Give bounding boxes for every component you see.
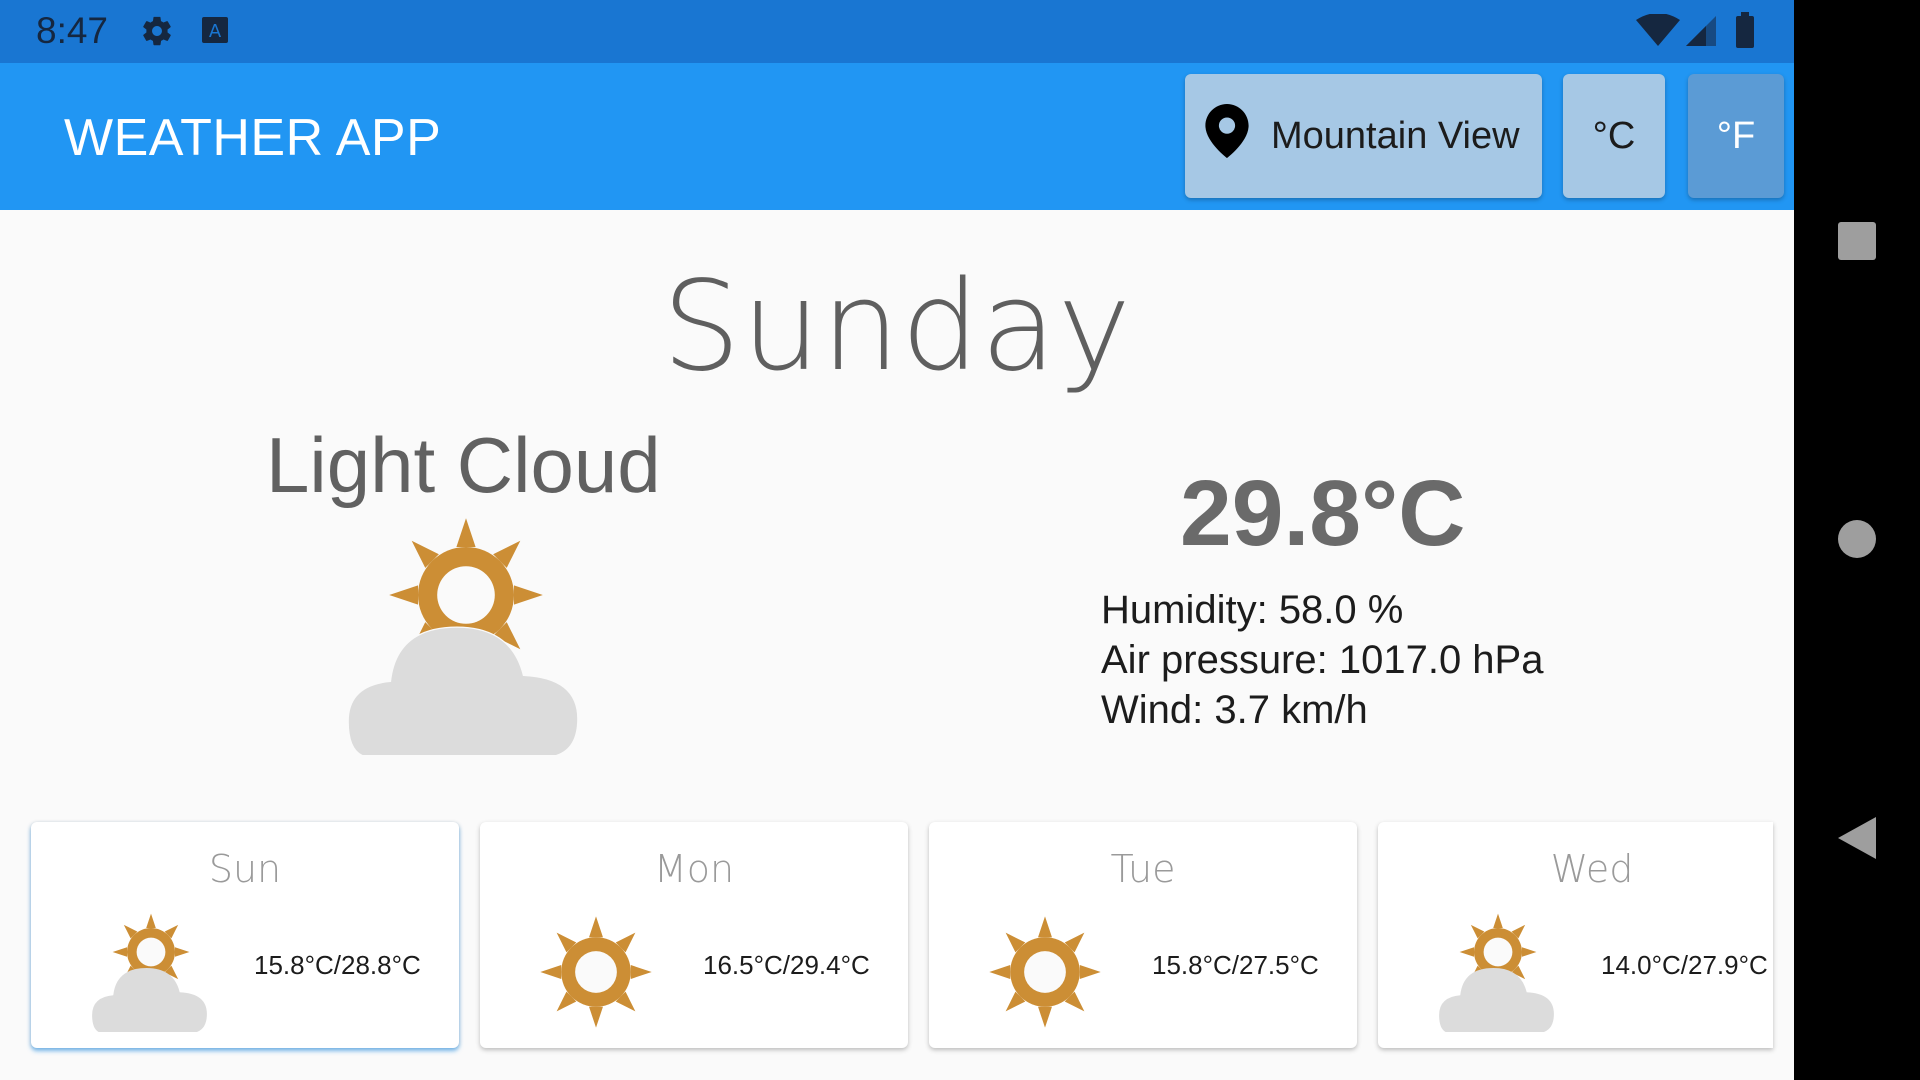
location-button[interactable]: Mountain View	[1185, 74, 1542, 198]
wind-text: Wind: 3.7 km/h	[1101, 688, 1368, 732]
forecast-temp-range: 15.8°C/27.5°C	[1152, 950, 1319, 980]
weather-details: Humidity: 58.0 % Air pressure: 1017.0 hP…	[1101, 585, 1543, 735]
weather-condition: Light Cloud	[266, 421, 661, 509]
settings-icon	[140, 14, 174, 53]
navigation-bar	[1794, 0, 1920, 1080]
wifi-icon	[1636, 13, 1680, 51]
app-title: WEATHER APP	[64, 109, 442, 167]
app-bar: WEATHER APP Mountain View °C °F	[0, 63, 1794, 210]
fahrenheit-label: °F	[1716, 114, 1756, 157]
clear-sun-icon	[987, 914, 1103, 1035]
forecast-temp-range: 16.5°C/29.4°C	[703, 950, 870, 980]
celsius-label: °C	[1592, 114, 1636, 157]
air-pressure-text: Air pressure: 1017.0 hPa	[1101, 638, 1544, 682]
current-day: Sunday	[662, 255, 1132, 399]
battery-icon	[1735, 12, 1755, 53]
app-screen: 8:47 A WEATHER APP Mountain View °C °F S…	[0, 0, 1794, 1080]
light-cloud-icon	[1438, 912, 1558, 1037]
forecast-day: Mon	[653, 847, 735, 891]
location-label: Mountain View	[1271, 114, 1520, 157]
forecast-temp-range: 14.0°C/27.9°C	[1601, 950, 1768, 980]
location-pin-icon	[1205, 104, 1249, 168]
fahrenheit-button[interactable]: °F	[1688, 74, 1784, 198]
status-bar: 8:47 A	[0, 0, 1794, 63]
forecast-day: Sun	[208, 847, 282, 891]
forecast-day: Tue	[1110, 847, 1176, 891]
forecast-temp-range: 15.8°C/28.8°C	[254, 950, 421, 980]
keyboard-a-icon: A	[201, 16, 229, 51]
light-cloud-icon	[346, 515, 586, 760]
svg-text:A: A	[209, 21, 222, 42]
light-cloud-icon	[91, 912, 211, 1037]
forecast-day: Wed	[1550, 847, 1634, 891]
home-circle-icon[interactable]	[1836, 518, 1878, 565]
current-temperature: 29.8°C	[1180, 461, 1466, 565]
status-time: 8:47	[36, 10, 109, 51]
forecast-card-mon[interactable]: Mon 16.5°C/29.4°C	[480, 822, 908, 1048]
clear-sun-icon	[538, 914, 654, 1035]
humidity-text: Humidity: 58.0 %	[1101, 588, 1404, 632]
back-triangle-icon[interactable]	[1836, 815, 1878, 866]
recents-square-icon[interactable]	[1836, 220, 1878, 267]
celsius-button[interactable]: °C	[1563, 74, 1665, 198]
forecast-card-sun[interactable]: Sun 15.8°C/28.8°C	[31, 822, 459, 1048]
cellular-signal-icon	[1684, 14, 1718, 53]
forecast-card-tue[interactable]: Tue 15.8°C/27.5°C	[929, 822, 1357, 1048]
forecast-card-wed[interactable]: Wed 14.0°C/27.9°C	[1378, 822, 1773, 1048]
